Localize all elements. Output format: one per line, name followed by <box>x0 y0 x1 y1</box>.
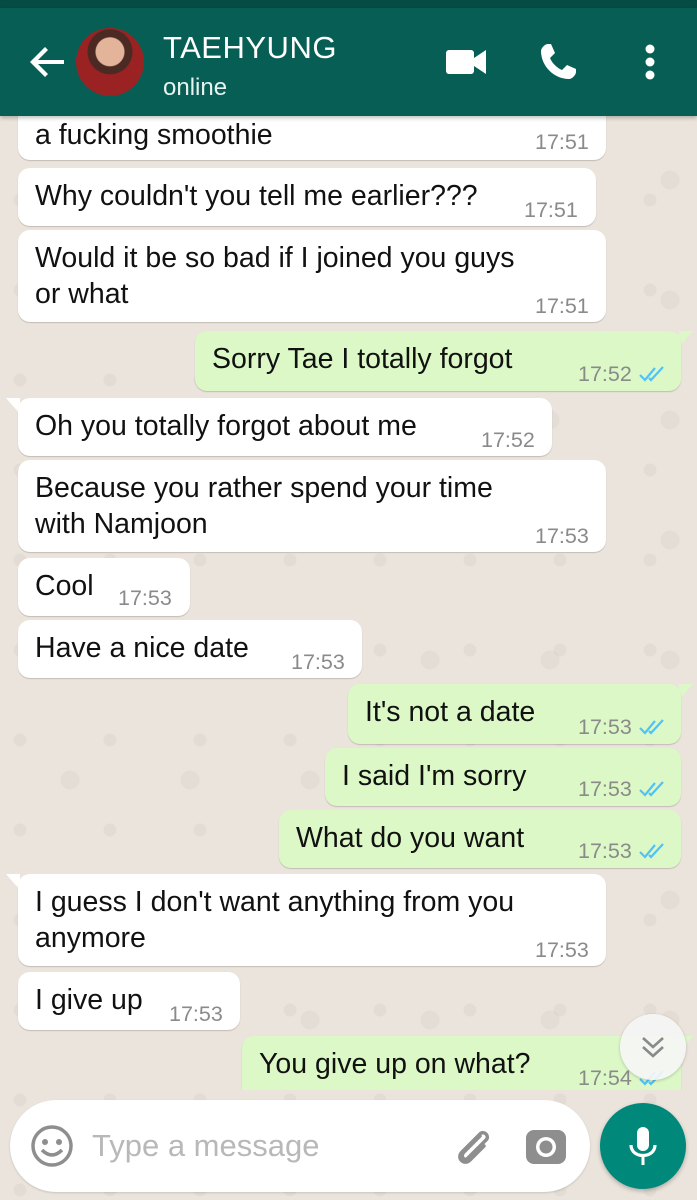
message-bubble[interactable]: It's not a date 17:53 <box>348 684 681 744</box>
read-ticks-icon <box>639 781 664 797</box>
more-options-icon[interactable] <box>636 40 664 84</box>
chat-header: TAEHYUNG online <box>0 8 697 116</box>
contact-name[interactable]: TAEHYUNG <box>163 30 337 66</box>
message-text: with Namjoon <box>35 508 208 540</box>
message-time: 17:53 <box>578 715 632 739</box>
message-text: I guess I don't want anything from you <box>35 886 515 918</box>
read-ticks-icon <box>639 366 664 382</box>
message-time: 17:54 <box>578 1066 632 1090</box>
message-bubble[interactable]: a fucking smoothie 17:51 <box>18 116 606 160</box>
message-time: 17:51 <box>535 294 589 318</box>
message-text: You give up on what? <box>259 1048 531 1080</box>
message-bubble[interactable]: I said I'm sorry 17:53 <box>325 748 681 806</box>
message-input[interactable] <box>92 1122 432 1170</box>
message-text: Cool <box>35 570 94 602</box>
message-text: Oh you totally forgot about me <box>35 410 417 442</box>
message-text: Sorry Tae I totally forgot <box>212 343 513 375</box>
message-text: a fucking smoothie <box>35 119 273 151</box>
status-bar <box>0 0 697 8</box>
camera-icon[interactable] <box>524 1124 568 1168</box>
attachment-icon[interactable] <box>450 1124 498 1172</box>
message-time: 17:51 <box>524 198 578 222</box>
message-time: 17:52 <box>578 362 632 386</box>
contact-avatar[interactable] <box>76 28 144 96</box>
message-time: 17:51 <box>535 130 589 154</box>
scroll-to-bottom-button[interactable] <box>620 1014 686 1080</box>
message-text: Why couldn't you tell me earlier??? <box>35 180 478 212</box>
message-bubble[interactable]: I give up 17:53 <box>18 972 240 1030</box>
message-bubble[interactable]: What do you want 17:53 <box>279 810 681 868</box>
microphone-icon <box>629 1127 657 1165</box>
message-bubble[interactable]: Sorry Tae I totally forgot 17:52 <box>195 331 681 391</box>
bubble-tail <box>679 684 693 700</box>
message-time: 17:53 <box>291 650 345 674</box>
message-text: What do you want <box>296 822 525 854</box>
bubble-tail <box>679 331 693 347</box>
message-bubble[interactable]: Because you rather spend your time with … <box>18 460 606 552</box>
message-bubble[interactable]: I guess I don't want anything from you a… <box>18 874 606 966</box>
message-bubble[interactable]: Would it be so bad if I joined you guys … <box>18 230 606 322</box>
video-call-icon[interactable] <box>444 40 488 84</box>
contact-status: online <box>163 74 228 101</box>
message-text: It's not a date <box>365 696 536 728</box>
message-text: I said I'm sorry <box>342 760 527 792</box>
message-time: 17:53 <box>578 839 632 863</box>
voice-record-button[interactable] <box>600 1103 686 1189</box>
read-ticks-icon <box>639 719 664 735</box>
message-bubble[interactable]: Oh you totally forgot about me 17:52 <box>18 398 552 456</box>
message-text: Would it be so bad if I joined you guys <box>35 242 515 274</box>
message-bubble[interactable]: You give up on what? 17:54 <box>242 1036 681 1090</box>
message-bubble[interactable]: Cool 17:53 <box>18 558 190 616</box>
message-time: 17:53 <box>169 1002 223 1026</box>
message-time: 17:53 <box>535 524 589 548</box>
message-bubble[interactable]: Why couldn't you tell me earlier??? 17:5… <box>18 168 596 226</box>
message-list[interactable]: a fucking smoothie 17:51 Why couldn't yo… <box>0 116 697 1090</box>
back-arrow-icon[interactable] <box>28 42 68 82</box>
message-text: I give up <box>35 984 143 1016</box>
message-text: Because you rather spend your time <box>35 472 493 504</box>
message-time: 17:53 <box>118 586 172 610</box>
emoji-icon[interactable] <box>28 1122 76 1170</box>
message-text: Have a nice date <box>35 632 249 664</box>
message-bubble[interactable]: Have a nice date 17:53 <box>18 620 362 678</box>
double-chevron-down-icon <box>642 1037 664 1058</box>
message-time: 17:53 <box>578 777 632 801</box>
phone-icon[interactable] <box>536 40 580 84</box>
message-text: anymore <box>35 922 146 954</box>
message-time: 17:52 <box>481 428 535 452</box>
message-composer <box>10 1100 590 1192</box>
message-text: or what <box>35 278 129 310</box>
message-time: 17:53 <box>535 938 589 962</box>
read-ticks-icon <box>639 843 664 859</box>
